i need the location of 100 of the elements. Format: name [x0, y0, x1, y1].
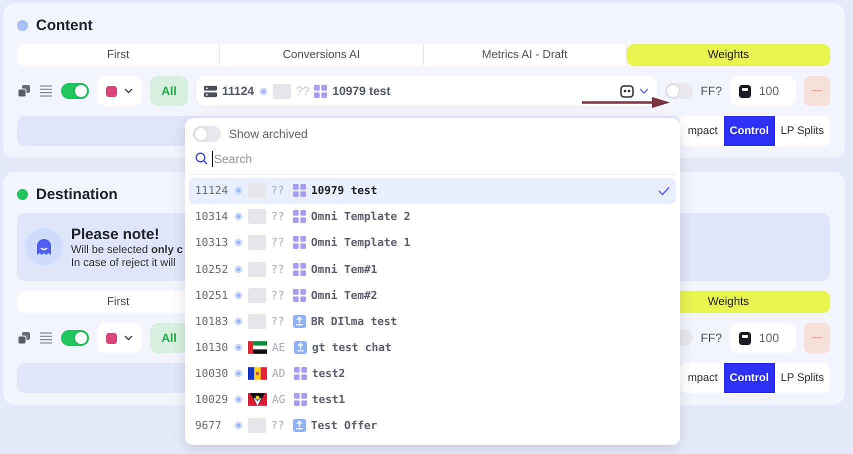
offer-select[interactable]: 11124 ?? 10979 test	[196, 76, 657, 106]
country-code: ??	[271, 262, 286, 276]
mode-option[interactable]: Control	[724, 363, 775, 393]
upload-icon	[293, 314, 306, 328]
offer-option[interactable]: 10252 ?? Omni Tem#1	[189, 256, 676, 282]
mode-option[interactable]: LP Splits	[774, 116, 830, 146]
chevron-icon[interactable]	[638, 88, 649, 94]
flag-placeholder	[248, 418, 266, 434]
weight-field[interactable]: 100	[730, 323, 796, 353]
offer-option[interactable]: 10130 AE gt test chat	[189, 334, 676, 361]
eye-icon	[259, 86, 268, 96]
show-archived-label: Show archived	[229, 126, 308, 141]
flag-placeholder	[248, 209, 266, 224]
country-code: AE	[272, 340, 286, 354]
eye-icon	[234, 342, 243, 352]
note-text: In case of reject it will	[71, 256, 177, 268]
eye-icon	[234, 290, 243, 300]
country-code: ??	[271, 210, 286, 224]
check-icon	[658, 184, 670, 197]
offer-id: 11124	[195, 184, 229, 198]
server-icon	[204, 84, 217, 98]
offer-id: 10029	[195, 393, 229, 406]
minus-icon	[812, 90, 822, 92]
offer-id: 10313	[195, 236, 229, 250]
offer-id: 10183	[195, 314, 229, 328]
offer-name: Omni Template 1	[311, 236, 410, 250]
mode-option[interactable]: Control	[724, 116, 775, 146]
upload-icon	[294, 340, 307, 354]
ff-label: FF?	[700, 331, 722, 345]
offer-name: BR DIlma test	[311, 314, 398, 328]
offer-name: Omni Tem#1	[311, 262, 378, 276]
toggle-switch[interactable]	[664, 83, 693, 99]
offer-option[interactable]: 10314 ?? Omni Template 2	[189, 204, 676, 230]
caret-icon	[124, 335, 133, 341]
offer-name: gt test chat	[312, 340, 392, 354]
offer-id: 9677	[195, 419, 222, 432]
eye-icon	[234, 369, 243, 378]
country-code: ??	[271, 314, 286, 328]
mode-option[interactable]: mpact	[680, 116, 724, 146]
offer-name: test2	[312, 367, 346, 380]
country-code: ??	[296, 84, 310, 98]
flag-placeholder	[273, 84, 292, 98]
mode-option[interactable]: mpact	[680, 363, 724, 393]
minus-icon	[812, 337, 822, 339]
copy-icon[interactable]	[17, 331, 31, 345]
tab[interactable]: Conversions AI	[220, 44, 424, 66]
flag-placeholder	[248, 262, 266, 277]
offer-option[interactable]: 10029 AG test1	[189, 386, 676, 413]
flag-placeholder	[248, 235, 266, 250]
list-icon[interactable]	[39, 331, 53, 345]
eye-icon	[234, 395, 243, 404]
offer-option[interactable]: 10030 AD test2	[189, 360, 676, 387]
section-title: Destination	[36, 186, 118, 203]
eye-icon	[234, 238, 243, 248]
grid-icon	[293, 262, 306, 276]
grid-icon	[294, 393, 307, 406]
offer-name: 10979 test	[332, 84, 390, 98]
flag-icon	[248, 340, 267, 355]
toggle-switch[interactable]	[61, 83, 89, 99]
weight-field[interactable]: 100	[730, 76, 796, 106]
grid-icon	[294, 367, 307, 380]
copy-icon[interactable]	[17, 84, 31, 98]
country-code: AD	[272, 367, 286, 380]
grid-icon	[293, 184, 306, 198]
tab[interactable]: First	[17, 44, 220, 66]
list-icon[interactable]	[39, 84, 53, 98]
caret-icon	[124, 88, 133, 94]
offer-id: 10030	[195, 367, 229, 380]
country-code: ??	[271, 184, 286, 198]
country-code: ??	[271, 419, 286, 432]
grid-icon	[293, 236, 306, 250]
weight-icon	[739, 332, 751, 344]
offer-name: Omni Tem#2	[311, 288, 378, 302]
search-icon	[195, 152, 208, 166]
mode-option[interactable]: LP Splits	[774, 363, 830, 393]
eye-icon	[234, 264, 243, 274]
note-title: Please note!	[71, 226, 160, 242]
flag-icon	[248, 366, 267, 382]
ghost-icon	[25, 228, 63, 266]
toggle-switch[interactable]	[61, 330, 89, 346]
tab[interactable]: Weights	[626, 44, 830, 66]
color-picker[interactable]	[97, 323, 142, 353]
eye-icon	[234, 186, 243, 196]
grid-icon	[293, 210, 306, 224]
toggle-switch[interactable]	[193, 126, 221, 142]
offer-option[interactable]: 9677 ?? Test Offer	[189, 412, 676, 439]
weight-icon	[739, 84, 751, 98]
ff-label: FF?	[700, 84, 722, 98]
country-code: ??	[271, 288, 286, 302]
country-code: AG	[272, 393, 286, 406]
offer-name: test1	[312, 393, 346, 406]
eye-icon	[234, 212, 243, 222]
offer-option[interactable]: 10313 ?? Omni Template 1	[189, 230, 676, 256]
eye-icon	[234, 316, 243, 326]
robot-icon	[620, 84, 634, 98]
eye-icon	[234, 421, 243, 430]
color-picker[interactable]	[97, 76, 142, 106]
offer-id: 10130	[195, 340, 229, 354]
offer-option[interactable]: 11124 ?? 10979 test	[189, 178, 676, 204]
flag-placeholder	[248, 314, 266, 329]
